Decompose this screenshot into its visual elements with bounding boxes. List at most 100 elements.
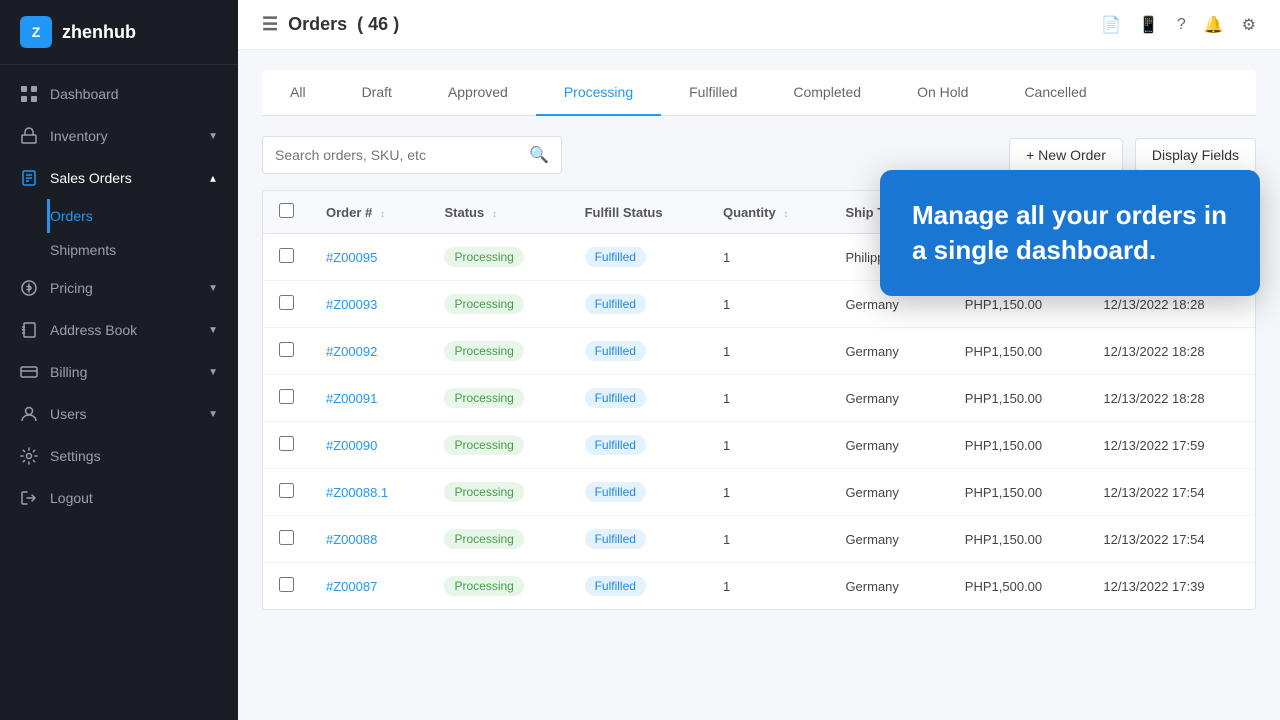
search-box[interactable]: 🔍 xyxy=(262,136,562,174)
row-checkbox[interactable] xyxy=(279,530,294,545)
table-row: #Z00088 Processing Fulfilled 1 Germany P… xyxy=(263,516,1255,563)
logo-icon: Z xyxy=(20,16,52,48)
fulfill-badge: Fulfilled xyxy=(585,529,646,549)
topbar-actions: 📄 📱 ? 🔔 ⚙ xyxy=(1101,15,1256,35)
row-checkbox-cell[interactable] xyxy=(263,469,310,516)
sidebar-item-logout[interactable]: Logout xyxy=(0,477,238,519)
tab-cancelled[interactable]: Cancelled xyxy=(996,70,1114,116)
select-all-checkbox[interactable] xyxy=(279,203,294,218)
order-link[interactable]: #Z00095 xyxy=(326,250,377,265)
row-quantity: 1 xyxy=(707,469,829,516)
fulfill-badge: Fulfilled xyxy=(585,247,646,267)
order-link[interactable]: #Z00090 xyxy=(326,438,377,453)
row-order[interactable]: #Z00092 xyxy=(310,328,428,375)
table-row: #Z00090 Processing Fulfilled 1 Germany P… xyxy=(263,422,1255,469)
table-row: #Z00088.1 Processing Fulfilled 1 Germany… xyxy=(263,469,1255,516)
row-checkbox[interactable] xyxy=(279,577,294,592)
gear-icon[interactable]: ⚙ xyxy=(1242,15,1256,35)
status-badge: Processing xyxy=(444,341,523,361)
page-title: Orders xyxy=(288,14,347,35)
row-created: 12/13/2022 18:28 xyxy=(1087,375,1255,422)
row-order[interactable]: #Z00090 xyxy=(310,422,428,469)
row-quantity: 1 xyxy=(707,422,829,469)
row-checkbox-cell[interactable] xyxy=(263,234,310,281)
sales-orders-submenu: Orders Shipments xyxy=(0,199,238,267)
new-order-button[interactable]: + New Order xyxy=(1009,138,1123,172)
row-checkbox-cell[interactable] xyxy=(263,328,310,375)
row-checkbox-cell[interactable] xyxy=(263,516,310,563)
row-quantity: 1 xyxy=(707,281,829,328)
row-checkbox[interactable] xyxy=(279,295,294,310)
row-order[interactable]: #Z00088.1 xyxy=(310,469,428,516)
row-checkbox-cell[interactable] xyxy=(263,375,310,422)
row-order[interactable]: #Z00087 xyxy=(310,563,428,610)
order-link[interactable]: #Z00092 xyxy=(326,344,377,359)
display-fields-button[interactable]: Display Fields xyxy=(1135,138,1256,172)
row-checkbox[interactable] xyxy=(279,248,294,263)
tab-all[interactable]: All xyxy=(262,70,334,116)
inventory-chevron: ▼ xyxy=(208,131,218,142)
row-fulfill: Fulfilled xyxy=(569,422,707,469)
row-checkbox[interactable] xyxy=(279,483,294,498)
document-icon[interactable]: 📄 xyxy=(1101,15,1121,35)
tab-approved[interactable]: Approved xyxy=(420,70,536,116)
row-quantity: 1 xyxy=(707,563,829,610)
sidebar-item-address-book[interactable]: Address Book ▼ xyxy=(0,309,238,351)
row-checkbox[interactable] xyxy=(279,389,294,404)
order-link[interactable]: #Z00091 xyxy=(326,391,377,406)
status-badge: Processing xyxy=(444,482,523,502)
row-price: PHP1,150.00 xyxy=(949,516,1088,563)
tab-draft[interactable]: Draft xyxy=(334,70,420,116)
row-checkbox[interactable] xyxy=(279,436,294,451)
logout-icon xyxy=(20,489,38,507)
tab-fulfilled[interactable]: Fulfilled xyxy=(661,70,765,116)
col-status[interactable]: Status ↕ xyxy=(428,191,568,234)
row-order[interactable]: #Z00093 xyxy=(310,281,428,328)
row-ship-to: Germany xyxy=(829,563,948,610)
row-fulfill: Fulfilled xyxy=(569,234,707,281)
col-order[interactable]: Order # ↕ xyxy=(310,191,428,234)
col-quantity[interactable]: Quantity ↕ xyxy=(707,191,829,234)
sidebar-item-billing[interactable]: Billing ▼ xyxy=(0,351,238,393)
search-input[interactable] xyxy=(275,147,521,163)
row-checkbox-cell[interactable] xyxy=(263,563,310,610)
tab-processing[interactable]: Processing xyxy=(536,70,661,116)
order-link[interactable]: #Z00088.1 xyxy=(326,485,388,500)
tab-on-hold[interactable]: On Hold xyxy=(889,70,996,116)
order-link[interactable]: #Z00087 xyxy=(326,579,377,594)
row-checkbox-cell[interactable] xyxy=(263,281,310,328)
row-checkbox[interactable] xyxy=(279,342,294,357)
fulfill-badge: Fulfilled xyxy=(585,576,646,596)
row-status: Processing xyxy=(428,375,568,422)
sidebar-item-pricing[interactable]: Pricing ▼ xyxy=(0,267,238,309)
row-order[interactable]: #Z00091 xyxy=(310,375,428,422)
row-order[interactable]: #Z00095 xyxy=(310,234,428,281)
notification-icon[interactable]: 🔔 xyxy=(1204,15,1224,35)
sidebar-item-inventory[interactable]: Inventory ▼ xyxy=(0,115,238,157)
select-all-header[interactable] xyxy=(263,191,310,234)
order-link[interactable]: #Z00088 xyxy=(326,532,377,547)
sidebar-item-users[interactable]: Users ▼ xyxy=(0,393,238,435)
sidebar-item-dashboard[interactable]: Dashboard xyxy=(0,73,238,115)
row-created: 12/13/2022 18:28 xyxy=(1087,328,1255,375)
toolbar-right: + New Order Display Fields xyxy=(1009,138,1256,172)
monitor-icon[interactable]: 📱 xyxy=(1139,15,1159,35)
sidebar-item-orders[interactable]: Orders xyxy=(47,199,238,233)
sidebar-item-sales-orders[interactable]: Sales Orders ▼ xyxy=(0,157,238,199)
table-row: #Z00087 Processing Fulfilled 1 Germany P… xyxy=(263,563,1255,610)
help-icon[interactable]: ? xyxy=(1177,16,1186,34)
col-fulfill-status[interactable]: Fulfill Status xyxy=(569,191,707,234)
order-link[interactable]: #Z00093 xyxy=(326,297,377,312)
row-order[interactable]: #Z00088 xyxy=(310,516,428,563)
tab-completed[interactable]: Completed xyxy=(765,70,889,116)
row-checkbox-cell[interactable] xyxy=(263,422,310,469)
sidebar-item-shipments-sub[interactable]: Shipments xyxy=(50,233,238,267)
row-quantity: 1 xyxy=(707,375,829,422)
logo-area[interactable]: Z zhenhub xyxy=(0,0,238,65)
row-status: Processing xyxy=(428,563,568,610)
table-row: #Z00091 Processing Fulfilled 1 Germany P… xyxy=(263,375,1255,422)
inventory-icon xyxy=(20,127,38,145)
users-chevron: ▼ xyxy=(208,409,218,420)
sidebar-item-settings[interactable]: Settings xyxy=(0,435,238,477)
content-area: All Draft Approved Processing Fulfilled … xyxy=(238,50,1280,720)
